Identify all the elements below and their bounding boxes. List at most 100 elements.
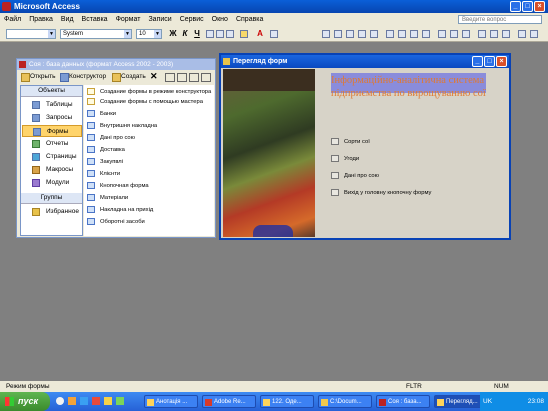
paste-icon[interactable] (410, 30, 418, 38)
align-center-icon[interactable] (216, 30, 224, 38)
object-pages[interactable]: Страницы (22, 151, 82, 163)
menu-tools[interactable]: Сервис (176, 13, 208, 26)
italic-button[interactable]: К (180, 29, 190, 39)
objects-header[interactable]: Объекты (21, 86, 82, 97)
object-reports[interactable]: Отчеты (22, 138, 82, 150)
open-button[interactable]: Открыть (30, 70, 56, 83)
menu-records[interactable]: Записи (144, 13, 175, 26)
large-icons-icon[interactable] (165, 73, 175, 82)
minimize-button[interactable]: _ (510, 1, 521, 12)
print-icon[interactable] (346, 30, 354, 38)
option-button[interactable] (331, 188, 339, 196)
menu-option-exit[interactable]: Вихід у головну кнопочну форму (331, 188, 431, 198)
quicklaunch-icon[interactable] (80, 397, 88, 405)
font-name-combo[interactable]: System ▼ (60, 29, 132, 39)
spelling-icon[interactable] (370, 30, 378, 38)
list-item[interactable]: Банки (86, 109, 116, 119)
quicklaunch-icon[interactable] (68, 397, 76, 405)
menu-format[interactable]: Формат (112, 13, 145, 26)
bold-button[interactable]: Ж (168, 29, 178, 39)
quicklaunch-icon[interactable] (92, 397, 100, 405)
menu-edit[interactable]: Правка (25, 13, 57, 26)
ask-question-box[interactable]: Введите вопрос (458, 15, 542, 24)
create-button[interactable]: Создать (121, 70, 146, 83)
list-item[interactable]: Создание формы в режиме конструктора (86, 87, 211, 97)
undo-icon[interactable] (422, 30, 430, 38)
list-view-icon[interactable] (189, 73, 199, 82)
menu-option-soy-varieties[interactable]: Сорти сої (331, 137, 370, 147)
start-button[interactable]: пуск (0, 392, 50, 411)
object-forms[interactable]: Формы (22, 125, 82, 137)
close-button[interactable]: × (534, 1, 545, 12)
line-color-icon[interactable] (270, 30, 278, 38)
object-combo[interactable]: ▼ (6, 29, 56, 39)
menu-option-agreements[interactable]: Угоди (331, 154, 359, 164)
menu-option-soy-data[interactable]: Дані про сою (331, 171, 379, 181)
chevron-down-icon[interactable]: ▼ (48, 30, 55, 38)
sort-asc-icon[interactable] (438, 30, 446, 38)
list-item[interactable]: Накладна на прихід (86, 205, 153, 215)
quicklaunch-icon[interactable] (56, 397, 64, 405)
preview-icon[interactable] (358, 30, 366, 38)
align-left-icon[interactable] (206, 30, 214, 38)
database-window-icon[interactable] (518, 30, 526, 38)
list-item[interactable]: Дані про сою (86, 133, 135, 143)
list-item[interactable]: Матеріали (86, 193, 128, 203)
cut-icon[interactable] (386, 30, 394, 38)
object-macros[interactable]: Макросы (22, 164, 82, 176)
close-button[interactable]: × (496, 56, 507, 67)
menu-file[interactable]: Файл (0, 13, 25, 26)
task-button[interactable]: C:\Docum... (318, 395, 372, 408)
align-right-icon[interactable] (226, 30, 234, 38)
copy-icon[interactable] (398, 30, 406, 38)
task-button[interactable]: Adobe Re... (202, 395, 256, 408)
new-object-icon[interactable] (530, 30, 538, 38)
list-item[interactable]: Клієнти (86, 169, 120, 179)
option-button[interactable] (331, 154, 339, 162)
maximize-button[interactable]: □ (522, 1, 533, 12)
small-icons-icon[interactable] (177, 73, 187, 82)
underline-button[interactable]: Ч (192, 29, 202, 39)
object-tables[interactable]: Таблицы (22, 99, 82, 111)
chevron-down-icon[interactable]: ▼ (124, 30, 131, 38)
find-icon[interactable] (478, 30, 486, 38)
option-button[interactable] (331, 137, 339, 145)
font-color-button[interactable]: A (255, 29, 265, 39)
menu-help[interactable]: Справка (232, 13, 267, 26)
task-button[interactable]: 122. Оде... (260, 395, 314, 408)
task-button[interactable]: Анотація ... (144, 395, 198, 408)
language-indicator[interactable]: UK (483, 392, 492, 411)
forms-list: Создание формы в режиме конструктора Соз… (84, 85, 214, 236)
view-icon[interactable] (322, 30, 330, 38)
groups-header[interactable]: Группы (21, 193, 82, 204)
menu-insert[interactable]: Вставка (78, 13, 112, 26)
task-button[interactable]: Соя : база... (376, 395, 430, 408)
list-item[interactable]: Доставка (86, 145, 125, 155)
chevron-down-icon[interactable]: ▼ (154, 30, 161, 38)
minimize-button[interactable]: _ (472, 56, 483, 67)
save-icon[interactable] (334, 30, 342, 38)
delete-icon[interactable]: ✕ (150, 70, 158, 83)
new-record-icon[interactable] (490, 30, 498, 38)
filter-icon[interactable] (462, 30, 470, 38)
favorites-group[interactable]: Избранное (22, 206, 82, 218)
list-item[interactable]: Закупвлі (86, 157, 123, 167)
quicklaunch-icon[interactable] (116, 397, 124, 405)
maximize-button[interactable]: □ (484, 56, 495, 67)
sort-desc-icon[interactable] (450, 30, 458, 38)
object-queries[interactable]: Запросы (22, 112, 82, 124)
menu-view[interactable]: Вид (57, 13, 78, 26)
list-item[interactable]: Создание формы с помощью мастера (86, 97, 203, 107)
menu-window[interactable]: Окно (208, 13, 232, 26)
font-size-combo[interactable]: 10 ▼ (136, 29, 162, 39)
delete-record-icon[interactable] (502, 30, 510, 38)
list-item[interactable]: Оборотні засоби (86, 217, 145, 227)
fill-color-icon[interactable] (240, 30, 248, 38)
designer-button[interactable]: Конструктор (69, 70, 106, 83)
list-item[interactable]: Внутришня накладна (86, 121, 157, 131)
option-button[interactable] (331, 171, 339, 179)
details-view-icon[interactable] (201, 73, 211, 82)
list-item[interactable]: Кнопочная форма (86, 181, 149, 191)
quicklaunch-icon[interactable] (104, 397, 112, 405)
object-modules[interactable]: Модули (22, 177, 82, 189)
